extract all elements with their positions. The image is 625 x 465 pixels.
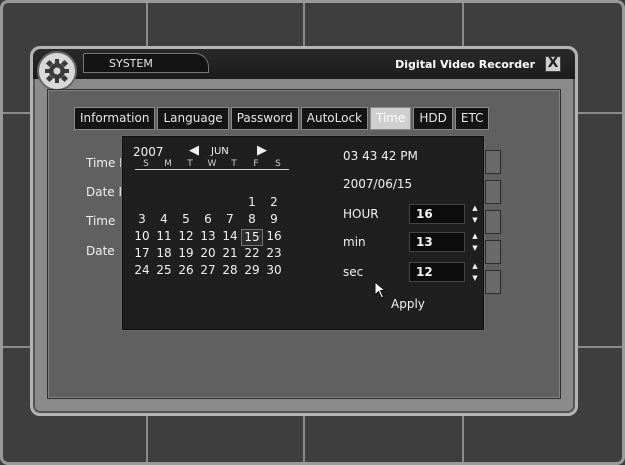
spin-down-icon[interactable]: ▼ bbox=[472, 216, 477, 224]
calendar-day[interactable]: 24 bbox=[131, 263, 153, 280]
sec-input[interactable]: 12 bbox=[409, 262, 465, 282]
triangle-left-icon[interactable]: ◀ bbox=[189, 143, 199, 158]
calendar-day-selected[interactable]: 15 bbox=[241, 229, 263, 246]
spin-down-icon[interactable]: ▼ bbox=[472, 274, 477, 282]
calendar-day[interactable]: 25 bbox=[153, 263, 175, 280]
system-tab[interactable]: SYSTEM bbox=[83, 53, 209, 73]
calendar-day[interactable]: 10 bbox=[131, 229, 153, 246]
spin-down-icon[interactable]: ▼ bbox=[472, 244, 477, 252]
setting-field[interactable] bbox=[485, 150, 501, 174]
date-format-label: Date I bbox=[86, 185, 123, 199]
sec-spinner[interactable]: ▲ ▼ bbox=[471, 262, 479, 282]
weekday: S bbox=[143, 159, 149, 169]
calendar-day bbox=[131, 195, 153, 212]
weekday: W bbox=[207, 159, 217, 169]
calendar-day[interactable]: 9 bbox=[263, 212, 285, 229]
calendar-day[interactable]: 18 bbox=[153, 246, 175, 263]
weekday: M bbox=[164, 159, 172, 169]
current-time: 03 43 42 PM bbox=[343, 149, 418, 163]
window-title: Digital Video Recorder bbox=[395, 58, 535, 71]
calendar-day bbox=[153, 195, 175, 212]
calendar-day bbox=[219, 195, 241, 212]
hour-spinner[interactable]: ▲ ▼ bbox=[471, 204, 479, 224]
close-button[interactable]: X bbox=[545, 56, 561, 72]
setting-field[interactable] bbox=[485, 270, 501, 294]
tab-autolock[interactable]: AutoLock bbox=[300, 107, 368, 130]
calendar-month: JUN bbox=[211, 146, 229, 157]
calendar-day[interactable]: 30 bbox=[263, 263, 285, 280]
mouse-cursor-icon bbox=[374, 281, 387, 299]
datetime-popup: 2007 ◀ JUN ▶ S M T W T F S 1 2 3 4 5 6 7… bbox=[122, 136, 484, 330]
weekday: S bbox=[275, 159, 281, 169]
calendar-day[interactable]: 19 bbox=[175, 246, 197, 263]
calendar-day[interactable]: 1 bbox=[241, 195, 263, 212]
tab-etc[interactable]: ETC bbox=[454, 107, 490, 130]
calendar-day[interactable]: 12 bbox=[175, 229, 197, 246]
calendar-day[interactable]: 27 bbox=[197, 263, 219, 280]
calendar-day[interactable]: 23 bbox=[263, 246, 285, 263]
weekday: T bbox=[187, 159, 193, 169]
calendar-grid: 1 2 3 4 5 6 7 8 9 10 11 12 13 14 15 16 1… bbox=[131, 195, 285, 280]
triangle-right-icon[interactable]: ▶ bbox=[257, 143, 267, 158]
calendar-day[interactable]: 7 bbox=[219, 212, 241, 229]
spin-up-icon[interactable]: ▲ bbox=[472, 262, 477, 270]
gear-icon bbox=[37, 51, 77, 91]
title-bar: SYSTEM Digital Video Recorder X bbox=[33, 49, 575, 79]
calendar-day[interactable]: 11 bbox=[153, 229, 175, 246]
sec-label: sec bbox=[343, 265, 364, 279]
calendar-day[interactable]: 22 bbox=[241, 246, 263, 263]
calendar-day bbox=[175, 195, 197, 212]
tab-hdd[interactable]: HDD bbox=[413, 107, 453, 130]
calendar-day[interactable]: 26 bbox=[175, 263, 197, 280]
calendar-day[interactable]: 29 bbox=[241, 263, 263, 280]
calendar-weekdays: S M T W T F S bbox=[135, 159, 289, 170]
min-input[interactable]: 13 bbox=[409, 232, 465, 252]
setting-field[interactable] bbox=[485, 210, 501, 234]
min-label: min bbox=[343, 235, 366, 249]
calendar-day[interactable]: 20 bbox=[197, 246, 219, 263]
calendar-day[interactable]: 21 bbox=[219, 246, 241, 263]
apply-button[interactable]: Apply bbox=[391, 297, 425, 311]
setting-field[interactable] bbox=[485, 180, 501, 204]
date-label: Date bbox=[86, 244, 115, 258]
tab-language[interactable]: Language bbox=[157, 107, 229, 130]
calendar-day bbox=[197, 195, 219, 212]
spin-up-icon[interactable]: ▲ bbox=[472, 204, 477, 212]
calendar-day[interactable]: 6 bbox=[197, 212, 219, 229]
calendar-day[interactable]: 13 bbox=[197, 229, 219, 246]
time-label: Time bbox=[86, 214, 116, 228]
calendar-day[interactable]: 4 bbox=[153, 212, 175, 229]
calendar-day[interactable]: 8 bbox=[241, 212, 263, 229]
calendar-year: 2007 bbox=[133, 145, 164, 159]
weekday: T bbox=[231, 159, 237, 169]
setting-field[interactable] bbox=[485, 240, 501, 264]
tab-time[interactable]: Time bbox=[370, 107, 412, 130]
settings-tabs: Information Language Password AutoLock T… bbox=[74, 107, 490, 130]
calendar-day[interactable]: 16 bbox=[263, 229, 285, 246]
hour-input[interactable]: 16 bbox=[409, 204, 465, 224]
calendar-day[interactable]: 17 bbox=[131, 246, 153, 263]
calendar-day[interactable]: 14 bbox=[219, 229, 241, 246]
calendar-day[interactable]: 28 bbox=[219, 263, 241, 280]
spin-up-icon[interactable]: ▲ bbox=[472, 232, 477, 240]
calendar-day[interactable]: 5 bbox=[175, 212, 197, 229]
time-format-label: Time I bbox=[86, 156, 123, 170]
current-date: 2007/06/15 bbox=[343, 177, 413, 191]
calendar-day[interactable]: 3 bbox=[131, 212, 153, 229]
weekday: F bbox=[253, 159, 259, 169]
tab-password[interactable]: Password bbox=[230, 107, 299, 130]
calendar-day[interactable]: 2 bbox=[263, 195, 285, 212]
hour-label: HOUR bbox=[343, 207, 379, 221]
tab-information[interactable]: Information bbox=[74, 107, 156, 130]
min-spinner[interactable]: ▲ ▼ bbox=[471, 232, 479, 252]
